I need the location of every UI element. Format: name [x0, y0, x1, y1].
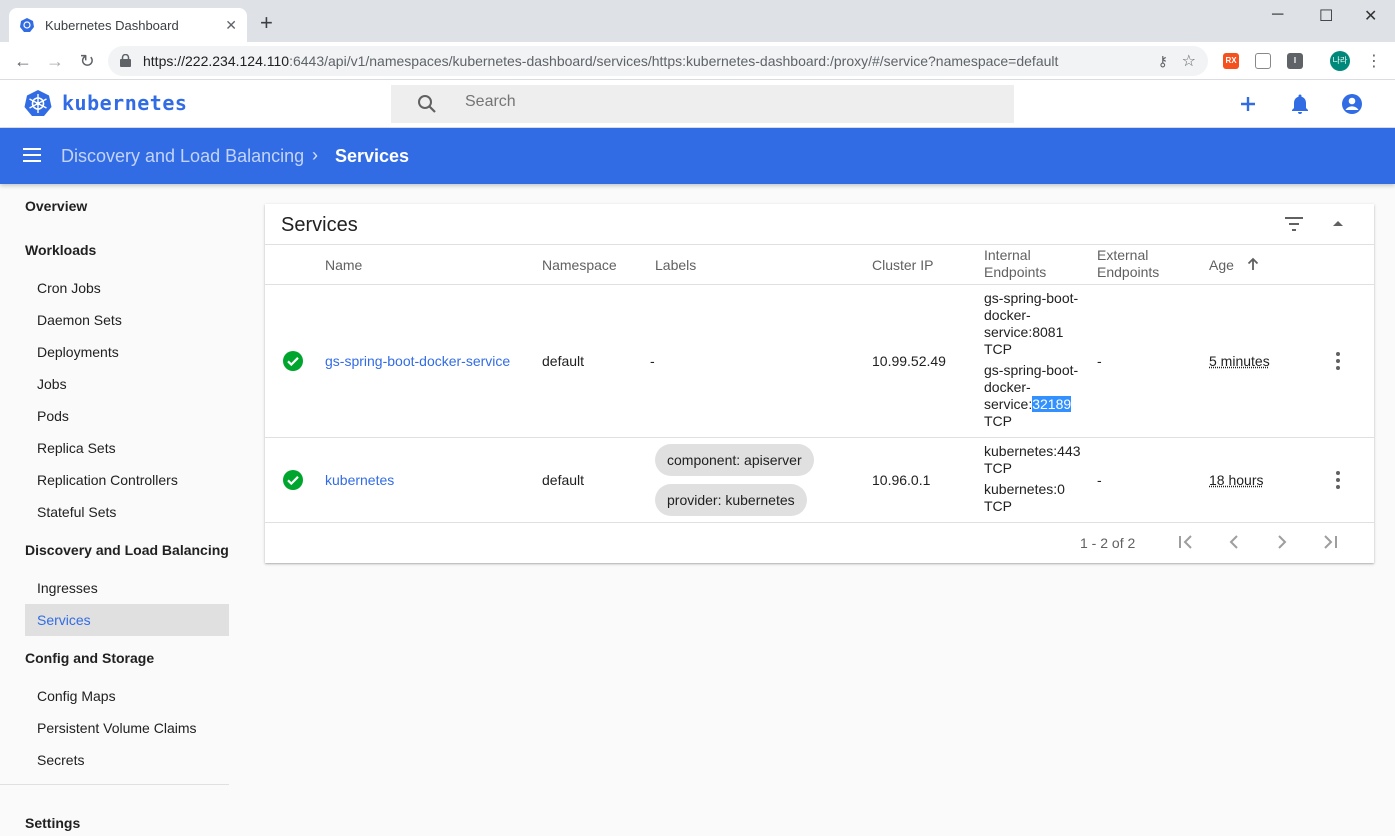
close-tab-icon[interactable]: ✕	[225, 17, 237, 34]
external-endpoints: -	[1097, 353, 1102, 369]
sidebar-item-replication-controllers[interactable]: Replication Controllers	[37, 472, 178, 488]
service-cluster-ip: 10.96.0.1	[872, 472, 931, 488]
sidebar-item-stateful-sets[interactable]: Stateful Sets	[37, 504, 116, 520]
app-header: kubernetes	[0, 80, 1395, 128]
label-chip: component: apiserver	[655, 444, 814, 476]
column-header-internal-endpoints: Internal Endpoints	[984, 247, 1047, 280]
sidebar-item-config-storage[interactable]: Config and Storage	[25, 650, 154, 666]
notifications-bell-icon[interactable]	[1288, 92, 1312, 116]
sidebar-item-pvc[interactable]: Persistent Volume Claims	[37, 720, 197, 736]
column-header-age[interactable]: Age	[1209, 257, 1234, 274]
kubernetes-favicon-icon	[20, 18, 34, 32]
close-window-icon[interactable]: ✕	[1364, 6, 1377, 26]
sidebar-item-ingresses[interactable]: Ingresses	[37, 580, 98, 596]
internal-endpoints: kubernetes:443 TCP kubernetes:0 TCP	[984, 443, 1081, 514]
service-name-link[interactable]: kubernetes	[325, 472, 394, 489]
browser-address-row: ← → ↻ https://222.234.124.110:6443/api/v…	[0, 42, 1395, 80]
lock-icon	[120, 54, 131, 67]
row-more-vert-icon[interactable]	[1335, 471, 1341, 489]
back-icon[interactable]: ←	[13, 51, 33, 71]
service-age: 5 minutes	[1209, 353, 1270, 369]
sidebar-item-jobs[interactable]: Jobs	[37, 376, 67, 392]
next-page-icon[interactable]	[1272, 532, 1292, 552]
search-input[interactable]	[465, 93, 965, 111]
service-namespace: default	[542, 353, 585, 369]
create-plus-icon[interactable]	[1236, 92, 1260, 116]
status-ok-check-icon	[283, 470, 303, 490]
kubernetes-logo-icon[interactable]	[24, 89, 52, 117]
extension-icon[interactable]: RX	[1223, 53, 1239, 69]
filter-icon[interactable]	[1284, 216, 1304, 232]
selected-text-highlight: 32189	[1032, 396, 1072, 412]
service-name-link[interactable]: gs-spring-boot-docker-service	[325, 353, 510, 370]
browser-tab-bar: Kubernetes Dashboard ✕ + ─ ☐ ✕	[0, 0, 1395, 42]
service-namespace: default	[542, 472, 585, 488]
service-cluster-ip: 10.99.52.49	[872, 353, 946, 369]
browser-tab[interactable]: Kubernetes Dashboard ✕	[9, 8, 247, 42]
services-card: Services Name Namespace Labels Cluster I…	[265, 204, 1374, 563]
breadcrumb-current: Services	[335, 146, 410, 166]
menu-hamburger-icon[interactable]	[23, 148, 41, 162]
sidebar-item-workloads[interactable]: Workloads	[25, 242, 96, 258]
table-header: Name Namespace Labels Cluster IP Interna…	[265, 244, 1374, 285]
sidebar-item-overview[interactable]: Overview	[25, 198, 87, 214]
new-tab-icon[interactable]: +	[260, 12, 273, 34]
column-header-cluster-ip: Cluster IP	[872, 257, 934, 273]
tab-title: Kubernetes Dashboard	[45, 17, 179, 33]
reload-icon[interactable]: ↻	[77, 51, 97, 71]
brand-name[interactable]: kubernetes	[62, 91, 187, 115]
profile-avatar[interactable]: 나라	[1330, 51, 1350, 71]
column-header-external-endpoints: External Endpoints	[1097, 247, 1160, 280]
sidebar-item-secrets[interactable]: Secrets	[37, 752, 84, 768]
label-chip: provider: kubernetes	[655, 484, 807, 516]
previous-page-icon[interactable]	[1224, 532, 1244, 552]
sidebar-item-config-maps[interactable]: Config Maps	[37, 688, 116, 704]
collapse-arrow-up-icon[interactable]	[1330, 216, 1346, 232]
chevron-right-icon: ›	[312, 145, 318, 165]
column-header-namespace[interactable]: Namespace	[542, 257, 617, 274]
cast-icon[interactable]	[1255, 53, 1271, 69]
sidebar-item-discovery[interactable]: Discovery and Load Balancing	[25, 542, 229, 558]
sidebar-item-settings[interactable]: Settings	[25, 815, 80, 831]
pagination-range: 1 - 2 of 2	[1080, 535, 1136, 551]
service-labels-empty: -	[650, 353, 655, 369]
maximize-icon[interactable]: ☐	[1319, 6, 1333, 26]
internal-endpoints: gs-spring-boot- docker- service:8081 TCP…	[984, 290, 1079, 429]
extension-info-icon[interactable]: I	[1287, 53, 1303, 69]
column-header-name[interactable]: Name	[325, 257, 362, 274]
breadcrumb-toolbar: Discovery and Load Balancing › Services	[0, 128, 1395, 184]
account-circle-icon[interactable]	[1340, 92, 1364, 116]
sidebar-item-services[interactable]: Services	[37, 612, 91, 628]
column-header-labels: Labels	[655, 257, 697, 273]
sidebar-item-deployments[interactable]: Deployments	[37, 344, 119, 360]
sidebar-nav: Overview Workloads Cron Jobs Daemon Sets…	[0, 184, 240, 836]
sidebar-divider	[0, 784, 229, 785]
card-title: Services	[281, 214, 358, 236]
breadcrumb-parent-link[interactable]: Discovery and Load Balancing	[61, 146, 304, 167]
search-box[interactable]	[391, 85, 1014, 123]
address-bar[interactable]: https://222.234.124.110:6443/api/v1/name…	[108, 46, 1208, 76]
browser-menu-icon[interactable]: ⋮	[1366, 51, 1382, 71]
url-text: https://222.234.124.110:6443/api/v1/name…	[143, 53, 1059, 69]
first-page-icon[interactable]	[1176, 532, 1196, 552]
table-row: kubernetes default component: apiserver …	[265, 438, 1374, 523]
sidebar-item-replica-sets[interactable]: Replica Sets	[37, 440, 116, 456]
bookmark-star-icon[interactable]: ☆	[1182, 51, 1196, 71]
external-endpoints: -	[1097, 472, 1102, 488]
search-icon	[418, 95, 436, 113]
status-ok-check-icon	[283, 351, 303, 371]
sort-arrow-up-icon[interactable]	[1247, 257, 1259, 271]
sidebar-item-daemon-sets[interactable]: Daemon Sets	[37, 312, 122, 328]
forward-icon[interactable]: →	[45, 51, 65, 71]
table-row: gs-spring-boot-docker-service default - …	[265, 285, 1374, 438]
sidebar-item-pods[interactable]: Pods	[37, 408, 69, 424]
sidebar-item-cron-jobs[interactable]: Cron Jobs	[37, 280, 101, 296]
pagination: 1 - 2 of 2	[265, 522, 1374, 563]
key-icon[interactable]: ⚷	[1158, 53, 1168, 70]
service-age: 18 hours	[1209, 472, 1264, 488]
row-more-vert-icon[interactable]	[1335, 352, 1341, 370]
last-page-icon[interactable]	[1320, 532, 1340, 552]
minimize-icon[interactable]: ─	[1272, 6, 1283, 24]
